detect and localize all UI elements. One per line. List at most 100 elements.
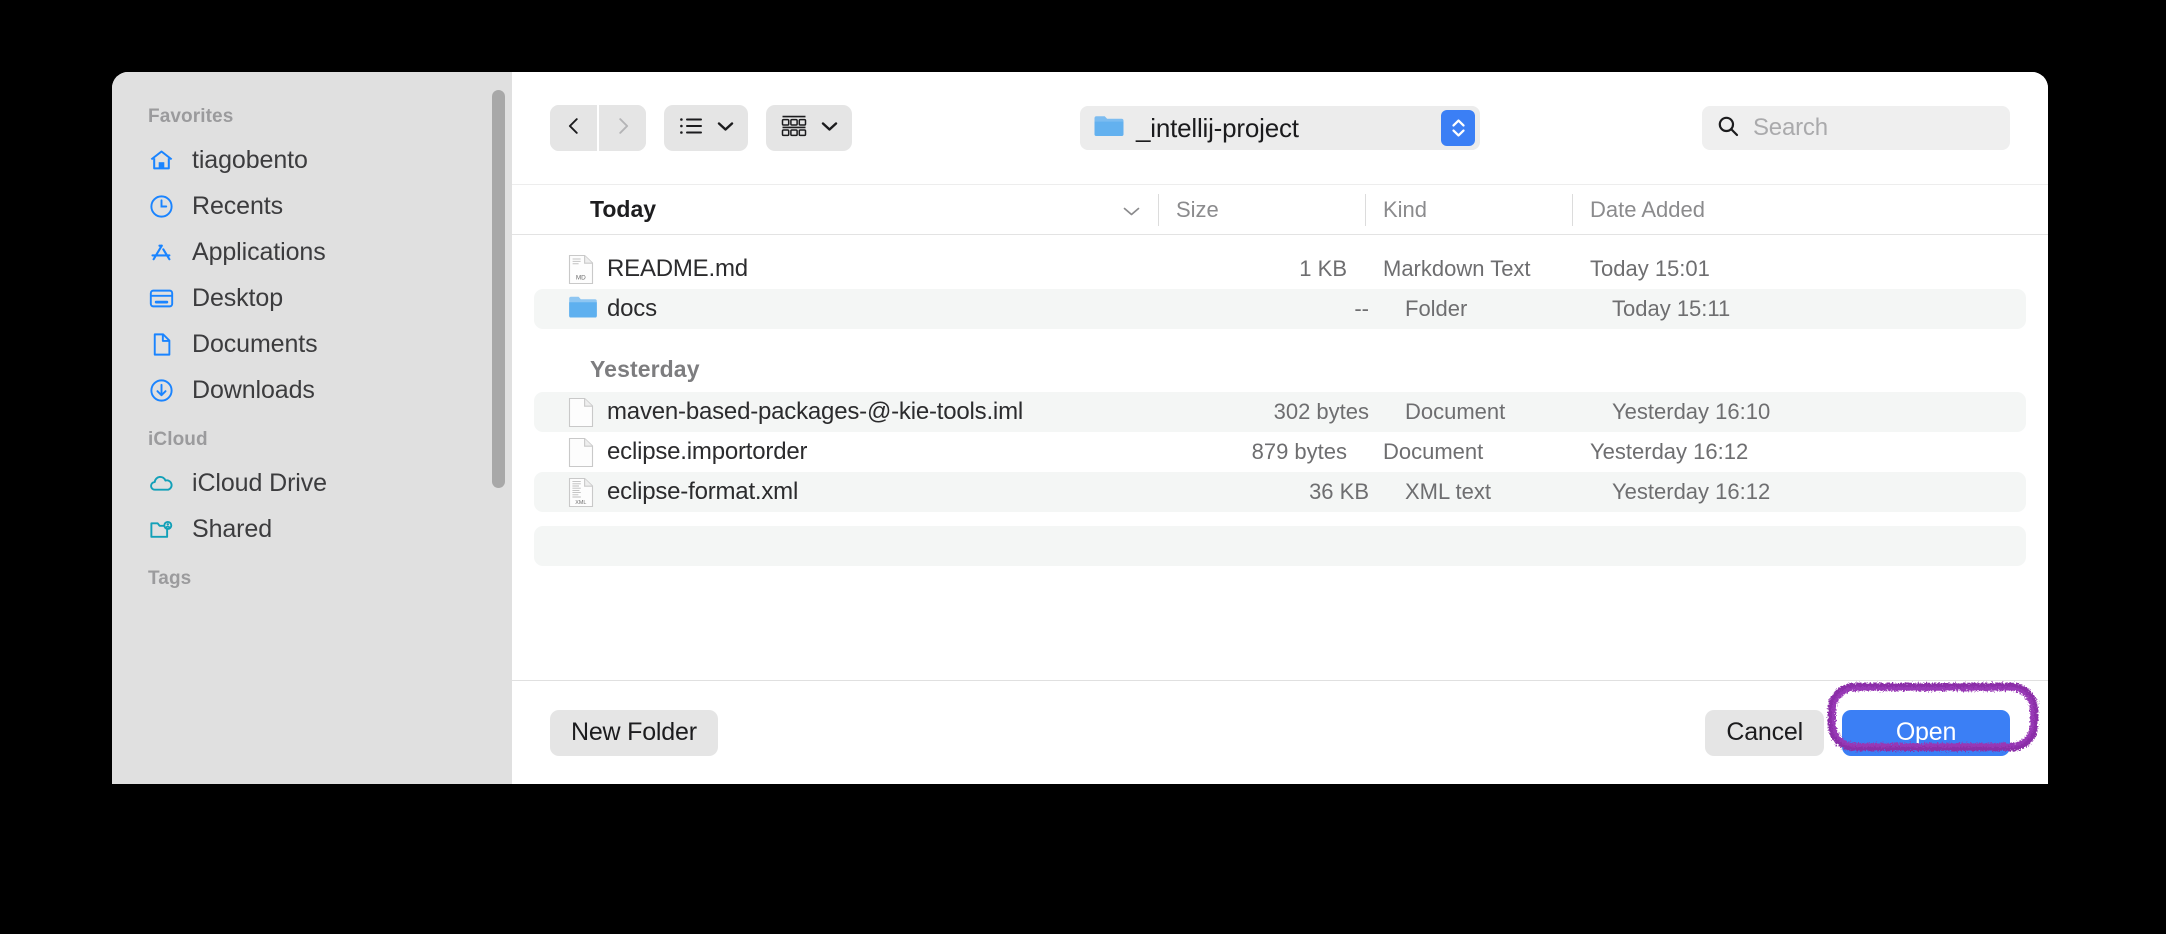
plain-file-icon (568, 437, 594, 468)
sidebar-item-icloud-drive[interactable]: iCloud Drive (112, 460, 512, 506)
row-kind-cell: Markdown Text (1383, 256, 1531, 281)
row-kind-cell: Document (1405, 399, 1506, 424)
view-mode-button[interactable] (664, 105, 748, 151)
downloads-icon (148, 377, 175, 404)
path-label: _intellij-project (1136, 112, 1299, 143)
row-kind-cell: Folder (1405, 296, 1468, 321)
toolbar: _intellij-project Search (512, 72, 2048, 185)
row-size-cell: 879 bytes (1251, 439, 1347, 464)
xml-file-icon: XML (568, 477, 594, 508)
row-name-cell: MD README.md (512, 254, 1158, 285)
back-button[interactable] (550, 105, 597, 151)
file-name: README.md (607, 255, 748, 282)
file-name: maven-based-packages-@-kie-tools.iml (607, 398, 1023, 425)
blue-folder-icon (1093, 113, 1125, 144)
row-size-cell: 36 KB (1309, 479, 1369, 504)
file-name: docs (607, 295, 657, 322)
sidebar-scrollbar[interactable] (492, 90, 505, 488)
row-name-cell: docs (534, 294, 1180, 324)
new-folder-button[interactable]: New Folder (550, 709, 718, 756)
search-placeholder: Search (1753, 114, 1828, 141)
row-date-cell: Today 15:01 (1590, 256, 1710, 281)
table-row[interactable]: MD README.md 1 KB Markdown Text Today 15… (512, 249, 2048, 289)
group-heading-yesterday: Yesterday (590, 356, 700, 382)
home-icon (148, 147, 175, 174)
cloud-icon (148, 470, 175, 497)
row-kind-cell: Document (1383, 439, 1484, 464)
document-icon (148, 331, 175, 358)
row-date-cell: Yesterday 16:12 (1590, 439, 1749, 464)
empty-stripe-row (534, 526, 2026, 566)
file-name: eclipse.importorder (607, 438, 808, 465)
row-date-cell: Today 15:11 (1612, 296, 1731, 321)
column-header-row: Today Size Kind Date Added (512, 185, 2048, 235)
sidebar-item-shared[interactable]: Shared (112, 506, 512, 552)
chevron-down-icon (717, 119, 734, 137)
row-size-cell: 1 KB (1299, 256, 1347, 281)
markdown-file-icon: MD (568, 254, 594, 285)
svg-text:MD: MD (576, 275, 586, 282)
sidebar-item-label: Shared (192, 514, 273, 543)
row-date-cell: Yesterday 16:12 (1612, 479, 1771, 504)
table-row[interactable]: eclipse.importorder 879 bytes Document Y… (512, 432, 2048, 472)
blue-folder-icon (568, 294, 597, 324)
row-date-cell: Yesterday 16:10 (1612, 399, 1771, 424)
footer-actions: Cancel Open (1705, 709, 2010, 756)
sidebar-item-label: Applications (192, 237, 326, 266)
sidebar-item-label: Desktop (192, 283, 284, 312)
navigation-buttons (550, 105, 646, 151)
table-row[interactable]: maven-based-packages-@-kie-tools.iml 302… (534, 392, 2026, 432)
row-name-cell: maven-based-packages-@-kie-tools.iml (534, 397, 1180, 428)
sidebar-item-applications[interactable]: Applications (112, 229, 512, 275)
list-view-icon (678, 115, 704, 142)
row-name-cell: eclipse.importorder (512, 437, 1158, 468)
group-view-icon (780, 114, 808, 143)
dialog-footer: New Folder Cancel Open (512, 680, 2048, 784)
file-name: eclipse-format.xml (607, 478, 799, 505)
applications-icon (148, 239, 175, 266)
content-pane: _intellij-project Search Today Size Kind… (512, 72, 2048, 784)
shared-folder-icon (148, 516, 175, 543)
file-list[interactable]: MD README.md 1 KB Markdown Text Today 15… (512, 235, 2048, 680)
svg-text:XML: XML (575, 500, 586, 506)
desktop-icon (148, 285, 175, 312)
chevron-right-icon (612, 115, 634, 142)
cancel-button[interactable]: Cancel (1705, 709, 1824, 756)
table-row[interactable]: XML eclipse-format.xml 36 KB XML text Ye… (534, 472, 2026, 512)
column-header-size[interactable]: Size (1158, 185, 1365, 235)
chevron-down-icon (1122, 197, 1141, 223)
search-icon (1716, 114, 1740, 143)
sidebar-item-tiagobento[interactable]: tiagobento (112, 137, 512, 183)
sidebar-item-downloads[interactable]: Downloads (112, 367, 512, 413)
clock-icon (148, 193, 175, 220)
row-name-cell: XML eclipse-format.xml (534, 477, 1180, 508)
column-header-name[interactable]: Today (512, 185, 1158, 235)
row-size-cell: -- (1354, 296, 1369, 321)
open-button[interactable]: Open (1842, 709, 2010, 756)
sidebar-item-label: Downloads (192, 375, 315, 404)
row-kind-cell: XML text (1405, 479, 1491, 504)
path-popup-button[interactable]: _intellij-project (1080, 106, 1480, 150)
screen: Favorites tiagobento Recents Application… (0, 0, 2166, 934)
stepper-icon[interactable] (1441, 110, 1475, 146)
table-row[interactable]: docs -- Folder Today 15:11 (534, 289, 2026, 329)
row-size-cell: 302 bytes (1273, 399, 1369, 424)
sidebar-item-label: iCloud Drive (192, 468, 327, 497)
group-by-button[interactable] (766, 105, 852, 151)
column-header-name-label: Today (590, 196, 657, 222)
sidebar-group-title-favorites: Favorites (148, 106, 234, 127)
sidebar-item-label: tiagobento (192, 145, 308, 174)
sidebar: Favorites tiagobento Recents Application… (112, 72, 512, 784)
sidebar-group-title-tags: Tags (148, 568, 192, 589)
open-file-dialog: Favorites tiagobento Recents Application… (112, 72, 2048, 784)
column-header-kind[interactable]: Kind (1365, 185, 1572, 235)
sidebar-item-desktop[interactable]: Desktop (112, 275, 512, 321)
sidebar-item-documents[interactable]: Documents (112, 321, 512, 367)
search-field[interactable]: Search (1702, 106, 2010, 150)
column-header-date[interactable]: Date Added (1572, 185, 2048, 235)
sidebar-item-recents[interactable]: Recents (112, 183, 512, 229)
chevron-left-icon (563, 115, 585, 142)
sidebar-item-label: Documents (192, 329, 318, 358)
plain-file-icon (568, 397, 594, 428)
forward-button (599, 105, 646, 151)
